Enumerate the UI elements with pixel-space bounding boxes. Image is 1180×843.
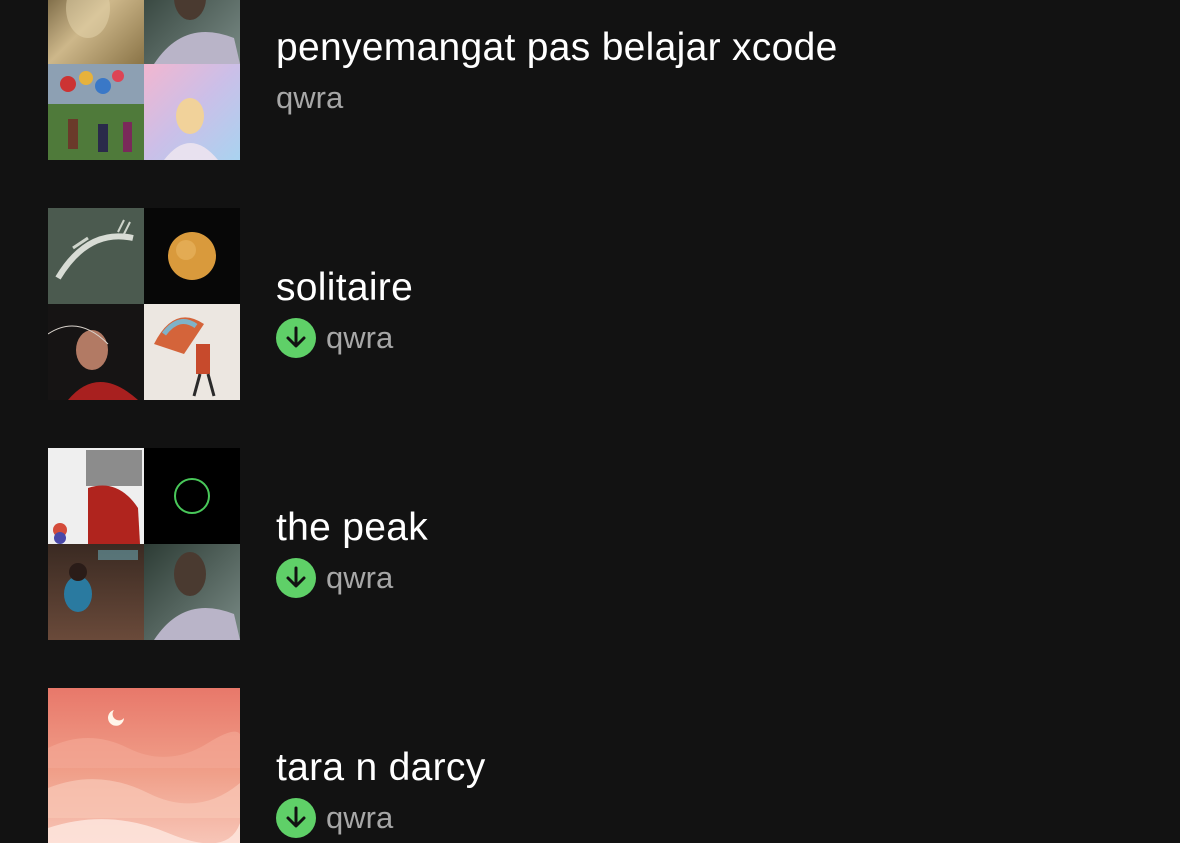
cover-tile: [144, 0, 240, 64]
playlist-row[interactable]: penyemangat pas belajar xcode qwra: [0, 0, 1180, 160]
playlist-row[interactable]: the peak qwra: [0, 448, 1180, 640]
playlist-owner: qwra: [326, 560, 394, 595]
playlist-owner: qwra: [276, 80, 344, 115]
cover-tile: [48, 544, 144, 640]
download-arrow-icon: [276, 318, 316, 358]
download-arrow-icon: [276, 558, 316, 598]
playlist-row[interactable]: solitaire qwra: [0, 208, 1180, 400]
playlist-title: the peak: [276, 506, 429, 549]
playlist-subtitle: qwra: [276, 798, 393, 838]
playlist-cover-mosaic: [48, 0, 240, 160]
cover-tile: [48, 64, 144, 160]
cover-tile: [48, 0, 144, 64]
playlist-subtitle: qwra: [276, 78, 343, 118]
cover-tile: [48, 448, 144, 544]
playlist-subtitle: qwra: [276, 318, 393, 358]
playlist-owner: qwra: [326, 800, 394, 835]
playlist-title: tara n darcy: [276, 746, 486, 789]
cover-tile: [144, 304, 240, 400]
playlist-subtitle: qwra: [276, 558, 393, 598]
cover-tile: [48, 208, 144, 304]
cover-image: [48, 688, 240, 843]
playlist-list: penyemangat pas belajar xcode qwra solit…: [0, 0, 1180, 843]
cover-tile: [48, 304, 144, 400]
playlist-cover-single: [48, 688, 240, 843]
cover-tile: [144, 448, 240, 544]
cover-tile: [144, 208, 240, 304]
playlist-title: solitaire: [276, 266, 414, 309]
download-arrow-icon: [276, 798, 316, 838]
playlist-owner: qwra: [326, 320, 394, 355]
playlist-cover-mosaic: [48, 208, 240, 400]
cover-tile: [144, 544, 240, 640]
playlist-row[interactable]: tara n darcy qwra: [0, 688, 1180, 843]
playlist-title: penyemangat pas belajar xcode: [276, 26, 838, 69]
playlist-cover-mosaic: [48, 448, 240, 640]
cover-tile: [144, 64, 240, 160]
